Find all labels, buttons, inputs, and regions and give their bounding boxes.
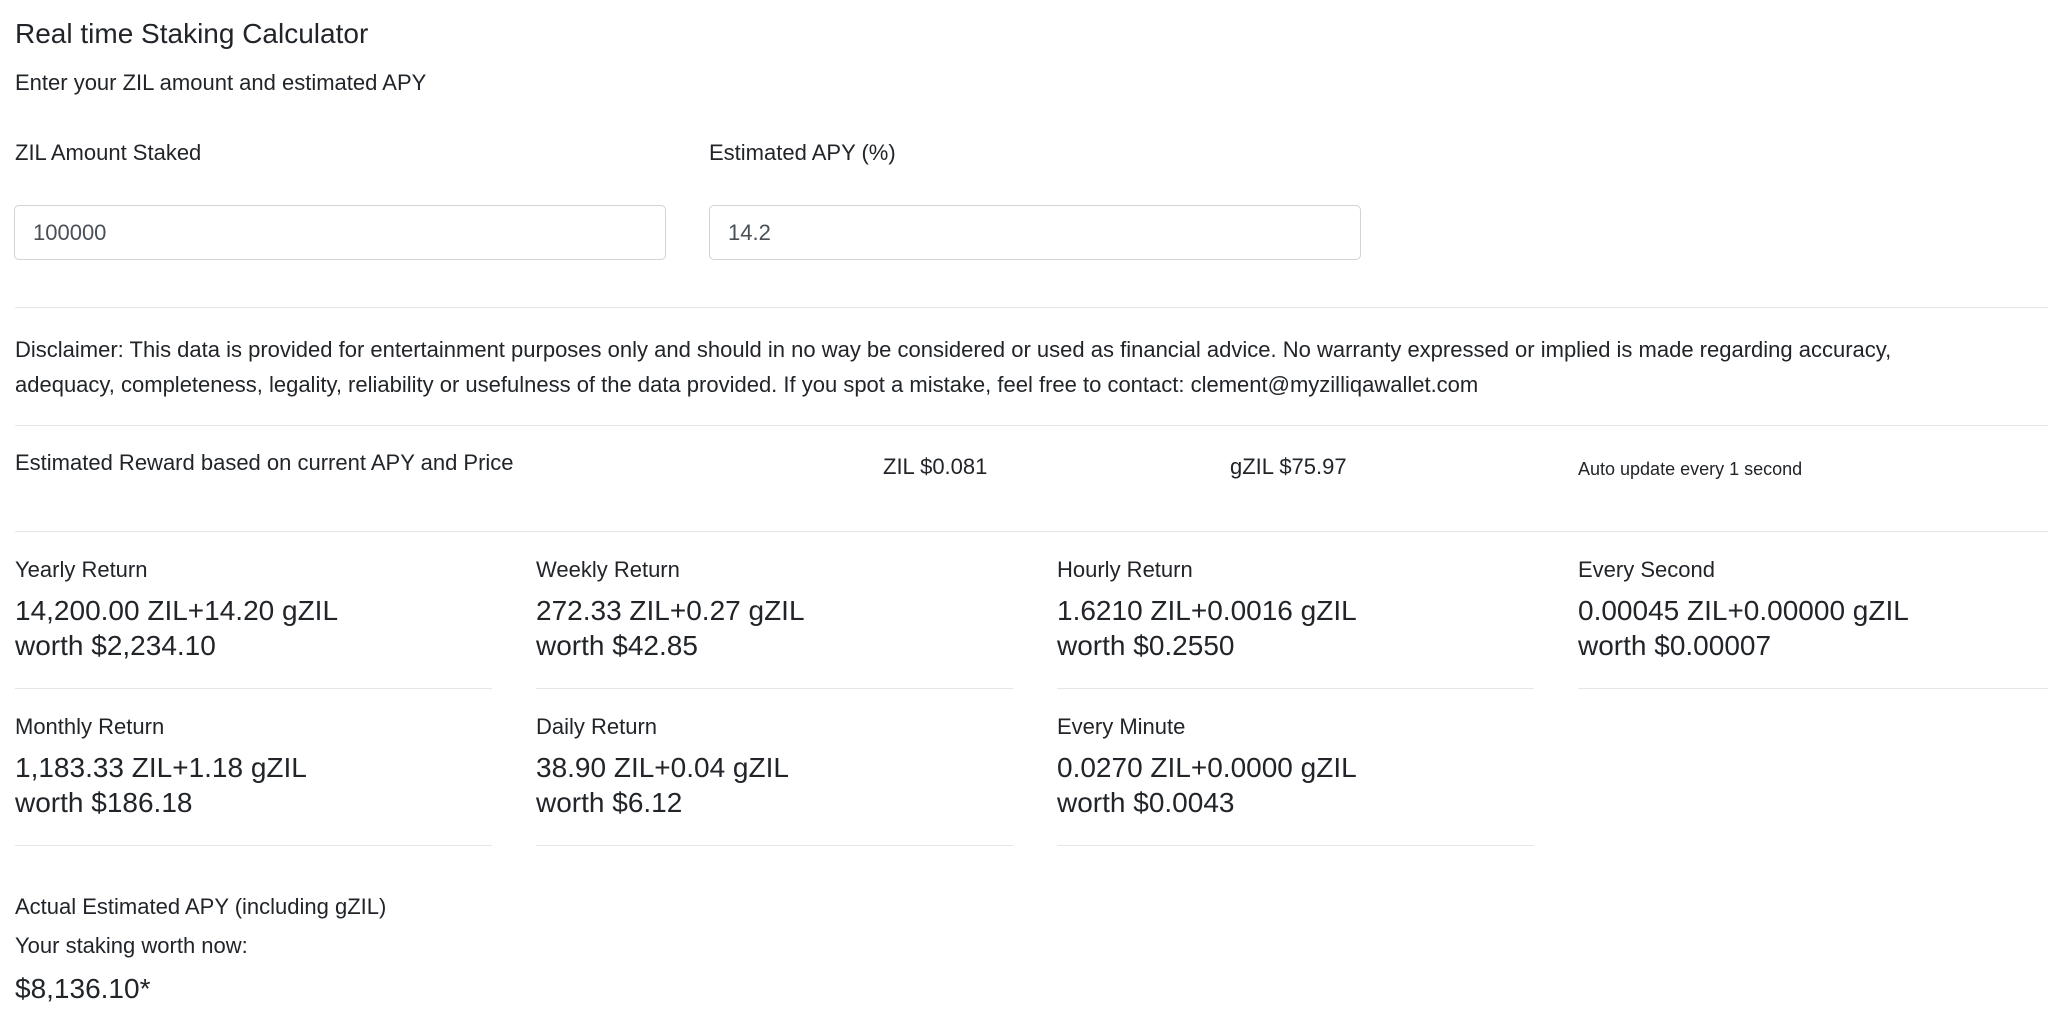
return-card-worth: worth $6.12 xyxy=(536,787,683,818)
return-card-amount: 272.33 ZIL+0.27 gZIL xyxy=(536,595,805,626)
disclaimer-line-2: adequacy, completeness, legality, reliab… xyxy=(15,372,1479,397)
card-divider xyxy=(1057,688,1534,689)
return-card-amount: 0.0270 ZIL+0.0000 gZIL xyxy=(1057,752,1357,783)
card-divider xyxy=(15,688,492,689)
worth-now-label: Your staking worth now: xyxy=(15,933,248,958)
return-card-worth: worth $0.2550 xyxy=(1057,630,1235,661)
return-card-worth: worth $0.0043 xyxy=(1057,787,1235,818)
return-card-title: Every Minute xyxy=(1057,714,1186,739)
return-card-amount: 0.00045 ZIL+0.00000 gZIL xyxy=(1578,595,1909,626)
gzil-price: gZIL $75.97 xyxy=(1230,454,1347,479)
card-divider xyxy=(1578,688,2048,689)
return-card-amount: 38.90 ZIL+0.04 gZIL xyxy=(536,752,789,783)
estimated-reward-label: Estimated Reward based on current APY an… xyxy=(15,450,514,475)
divider xyxy=(15,531,2048,532)
return-card-worth: worth $0.00007 xyxy=(1578,630,1772,661)
actual-apy-label: Actual Estimated APY (including gZIL) xyxy=(15,894,387,919)
apy-input[interactable] xyxy=(709,205,1361,260)
worth-now-value: $8,136.10* xyxy=(15,973,151,1004)
disclaimer-line-1: Disclaimer: This data is provided for en… xyxy=(15,337,1892,362)
card-divider xyxy=(15,845,492,846)
zil-price: ZIL $0.081 xyxy=(883,454,988,479)
return-card-title: Weekly Return xyxy=(536,557,680,582)
return-card-title: Yearly Return xyxy=(15,557,148,582)
divider xyxy=(15,425,2048,426)
return-card-worth: worth $2,234.10 xyxy=(15,630,216,661)
page-title: Real time Staking Calculator xyxy=(15,18,369,49)
return-card-title: Monthly Return xyxy=(15,714,165,739)
return-card-title: Every Second xyxy=(1578,557,1715,582)
return-card-title: Hourly Return xyxy=(1057,557,1193,582)
zil-amount-label: ZIL Amount Staked xyxy=(15,140,202,165)
page-subtitle: Enter your ZIL amount and estimated APY xyxy=(15,70,427,95)
return-card-amount: 1,183.33 ZIL+1.18 gZIL xyxy=(15,752,307,783)
card-divider xyxy=(1057,845,1534,846)
card-divider xyxy=(536,688,1013,689)
disclaimer: Disclaimer: This data is provided for en… xyxy=(15,332,2048,402)
return-card-amount: 14,200.00 ZIL+14.20 gZIL xyxy=(15,595,339,626)
divider xyxy=(15,307,2048,308)
apy-label: Estimated APY (%) xyxy=(709,140,896,165)
card-divider xyxy=(536,845,1013,846)
zil-amount-input[interactable] xyxy=(14,205,666,260)
staking-calculator-page: Real time Staking Calculator Enter your … xyxy=(0,0,2048,1011)
return-card-worth: worth $186.18 xyxy=(15,787,193,818)
return-card-worth: worth $42.85 xyxy=(536,630,698,661)
return-card-amount: 1.6210 ZIL+0.0016 gZIL xyxy=(1057,595,1357,626)
return-card-title: Daily Return xyxy=(536,714,658,739)
auto-update-note: Auto update every 1 second xyxy=(1578,459,1803,479)
